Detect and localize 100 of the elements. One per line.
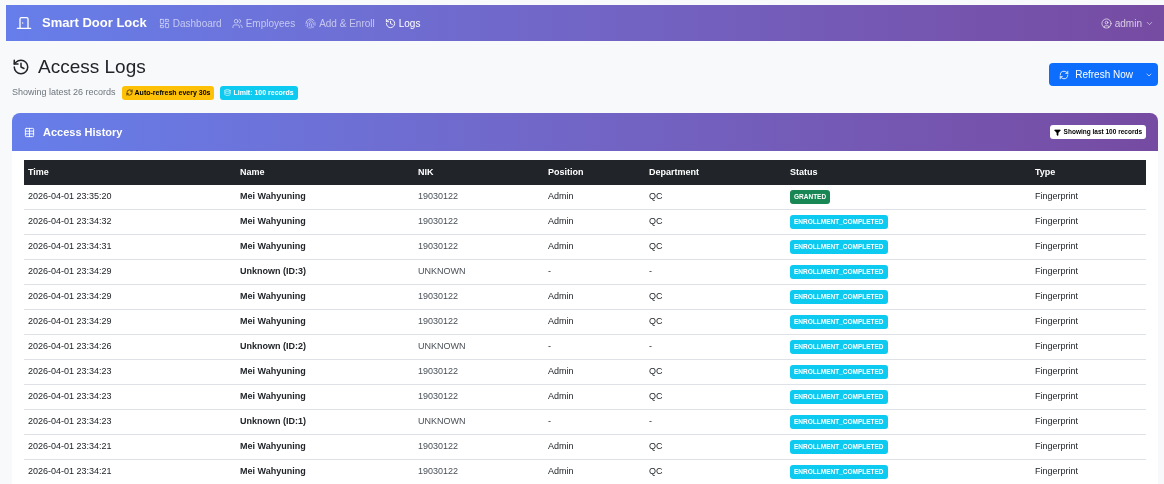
table-cell-text: QC: [648, 215, 664, 229]
table-cell-text: 19030122: [417, 215, 460, 229]
table-cell-text: Fingerprint: [1034, 290, 1080, 304]
table-cell-text: Admin: [547, 390, 575, 404]
table-cell-text: Unknown (ID:2): [239, 340, 307, 354]
table-cell-text: Unknown (ID:1): [239, 415, 307, 429]
table-cell-text: QC: [648, 240, 664, 254]
nav-link[interactable]: Logs: [384, 15, 421, 31]
table-cell-text: 2026-04-01 23:34:21: [27, 465, 113, 479]
table-cell-text: Admin: [547, 215, 575, 229]
table-cell-text: 19030122: [417, 365, 460, 379]
table-cell-text: 19030122: [417, 315, 460, 329]
table-cell-text: Admin: [547, 440, 575, 454]
table-cell-text: QC: [648, 365, 664, 379]
door-icon: [16, 15, 32, 31]
table-cell-text: QC: [648, 290, 664, 304]
table-cell-text: Admin: [547, 465, 575, 479]
table-cell-text: 19030122: [417, 465, 460, 479]
refresh-icon: [125, 89, 133, 97]
table-cell-text: 19030122: [417, 440, 460, 454]
table-cell-text: 2026-04-01 23:34:23: [27, 415, 113, 429]
table-cell-text: Fingerprint: [1034, 440, 1080, 454]
column-header: NIK: [417, 165, 435, 179]
table-cell-text: 2026-04-01 23:34:23: [27, 390, 113, 404]
nav-link[interactable]: Add & Enroll: [305, 15, 375, 31]
nav-link[interactable]: Dashboard: [158, 15, 222, 31]
table-cell-text: Unknown (ID:3): [239, 265, 307, 279]
table-cell-text: 19030122: [417, 190, 460, 204]
table-cell-text: UNKNOWN: [417, 415, 467, 429]
history-icon: [384, 17, 396, 29]
table-cell-text: Mei Wahyuning: [239, 390, 307, 404]
table-cell-text: Mei Wahyuning: [239, 215, 307, 229]
nav-link[interactable]: Employees: [231, 15, 296, 31]
table-cell-text: -: [547, 265, 552, 279]
table-cell-text: 2026-04-01 23:35:20: [27, 190, 113, 204]
users-icon: [231, 17, 243, 29]
record-count: Showing latest 26 records: [12, 86, 116, 99]
fingerprint-icon: [305, 17, 317, 29]
table-cell-text: QC: [648, 390, 664, 404]
refresh-icon: [1059, 69, 1070, 80]
table-cell-text: Mei Wahyuning: [239, 240, 307, 254]
table-icon: [24, 126, 35, 138]
card-title: Access History: [43, 124, 123, 140]
table-cell-text: 2026-04-01 23:34:31: [27, 240, 113, 254]
table-cell-text: QC: [648, 190, 664, 204]
table-cell-text: QC: [648, 465, 664, 479]
database-icon: [224, 89, 232, 97]
table-cell-text: Admin: [547, 240, 575, 254]
table-cell-text: -: [648, 265, 653, 279]
table-cell-text: 2026-04-01 23:34:32: [27, 215, 113, 229]
table-cell-text: Admin: [547, 290, 575, 304]
table-cell-text: UNKNOWN: [417, 265, 467, 279]
table-cell-text: Mei Wahyuning: [239, 465, 307, 479]
table-cell-text: 2026-04-01 23:34:23: [27, 365, 113, 379]
dashboard-icon: [158, 17, 170, 29]
table-cell-text: Admin: [547, 190, 575, 204]
table-cell-text: -: [648, 415, 653, 429]
table-cell-text: Fingerprint: [1034, 390, 1080, 404]
column-header: Position: [547, 165, 585, 179]
table-cell-text: Fingerprint: [1034, 240, 1080, 254]
table-cell-text: Admin: [547, 315, 575, 329]
table-cell-text: 19030122: [417, 240, 460, 254]
table-cell-text: 19030122: [417, 290, 460, 304]
table-cell-text: Fingerprint: [1034, 315, 1080, 329]
column-header: Status: [789, 165, 819, 179]
table-cell-text: Admin: [547, 365, 575, 379]
table-cell-text: -: [547, 340, 552, 354]
table-cell-text: Mei Wahyuning: [239, 440, 307, 454]
table-cell-text: Fingerprint: [1034, 215, 1080, 229]
column-header: Time: [27, 165, 50, 179]
table-cell-text: Mei Wahyuning: [239, 365, 307, 379]
table-cell-text: Mei Wahyuning: [239, 290, 307, 304]
table-cell-text: Mei Wahyuning: [239, 190, 307, 204]
table-cell-text: 2026-04-01 23:34:29: [27, 265, 113, 279]
user-icon: [1100, 17, 1112, 29]
column-header: Name: [239, 165, 266, 179]
table-cell-text: Fingerprint: [1034, 340, 1080, 354]
filter-icon: [1053, 128, 1061, 136]
table-cell-text: 2026-04-01 23:34:29: [27, 315, 113, 329]
history-icon: [12, 58, 30, 77]
refresh-button[interactable]: Refresh Now: [1049, 63, 1158, 86]
user-menu[interactable]: admin: [1100, 15, 1154, 31]
table-cell-text: 19030122: [417, 390, 460, 404]
table-cell-text: -: [547, 415, 552, 429]
column-header: Type: [1034, 165, 1057, 179]
brand-name[interactable]: Smart Door Lock: [42, 13, 147, 33]
table-cell-text: Fingerprint: [1034, 265, 1080, 279]
table-cell-text: QC: [648, 440, 664, 454]
table-cell-text: 2026-04-01 23:34:21: [27, 440, 113, 454]
table-cell-text: 2026-04-01 23:34:29: [27, 290, 113, 304]
page-title: Access Logs: [38, 55, 146, 79]
table-cell-text: Fingerprint: [1034, 465, 1080, 479]
table-cell-text: -: [648, 340, 653, 354]
table-cell-text: UNKNOWN: [417, 340, 467, 354]
table-cell-text: Fingerprint: [1034, 415, 1080, 429]
column-header: Department: [648, 165, 700, 179]
table-cell-text: Mei Wahyuning: [239, 315, 307, 329]
table-cell-text: Fingerprint: [1034, 190, 1080, 204]
table-cell-text: 2026-04-01 23:34:26: [27, 340, 113, 354]
table-cell-text: Fingerprint: [1034, 365, 1080, 379]
